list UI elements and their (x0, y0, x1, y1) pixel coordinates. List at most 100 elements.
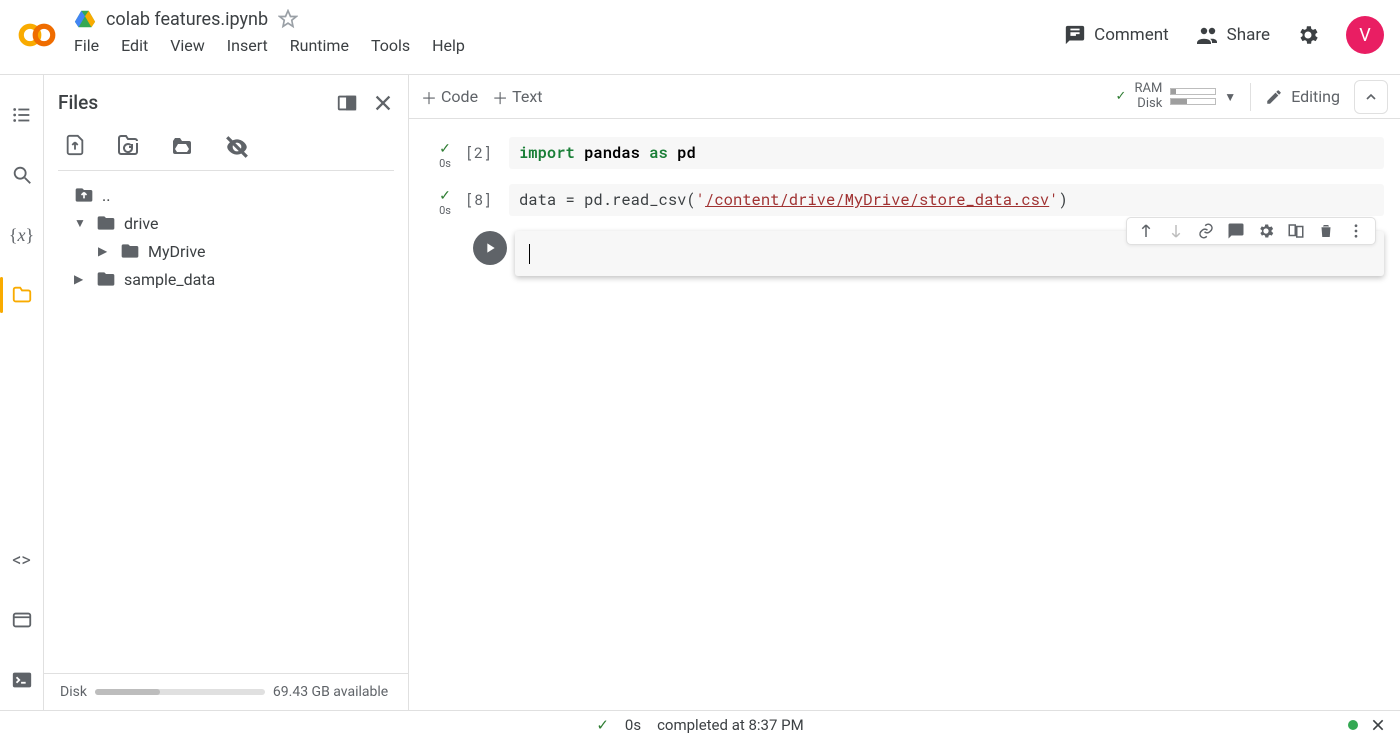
toggle-hidden-icon[interactable] (224, 134, 250, 160)
menu-tools[interactable]: Tools (371, 36, 410, 55)
text-cursor (529, 244, 530, 264)
tree-drive[interactable]: ▼ drive (58, 209, 394, 237)
chevron-right-icon: ▶ (98, 244, 112, 258)
chevron-down-icon[interactable]: ▼ (1224, 90, 1236, 104)
menu-edit[interactable]: Edit (121, 36, 148, 55)
folder-icon (96, 213, 116, 233)
cell-prompt: [2] (465, 137, 509, 163)
gear-icon[interactable] (1257, 222, 1275, 240)
editing-label: Editing (1291, 87, 1340, 106)
token-name: pandas (584, 143, 640, 163)
drive-icon (74, 8, 96, 30)
settings-icon[interactable] (1296, 23, 1320, 47)
notebook-area: ＋ Code ＋ Text ✓ RAM Disk ▼ (409, 75, 1400, 710)
token-string: ' (1049, 190, 1058, 210)
menu-insert[interactable]: Insert (227, 36, 268, 55)
files-toolbar (44, 120, 408, 170)
editing-mode-button[interactable]: Editing (1265, 87, 1340, 106)
folder-icon (96, 269, 116, 289)
terminal-icon[interactable] (10, 668, 34, 692)
menu-help[interactable]: Help (432, 36, 465, 55)
add-code-label: Code (441, 87, 478, 106)
ram-bar (1170, 88, 1216, 95)
toc-icon[interactable] (10, 103, 34, 127)
delete-icon[interactable] (1317, 222, 1335, 240)
search-icon[interactable] (10, 163, 34, 187)
notebook-toolbar: ＋ Code ＋ Text ✓ RAM Disk ▼ (409, 75, 1400, 119)
command-palette-icon[interactable] (10, 608, 34, 632)
tree-up[interactable]: .. (58, 181, 394, 209)
close-icon[interactable] (1370, 717, 1386, 733)
disk-label: Disk (60, 684, 87, 700)
close-icon[interactable] (372, 92, 394, 114)
menu-runtime[interactable]: Runtime (290, 36, 349, 55)
variables-icon[interactable]: {x} (10, 223, 34, 247)
files-footer: Disk 69.43 GB available (44, 673, 408, 710)
menu-file[interactable]: File (74, 36, 99, 55)
token-name: pd (677, 143, 696, 163)
code-text: ) (1059, 190, 1068, 210)
more-icon[interactable] (1347, 222, 1365, 240)
move-down-icon[interactable] (1167, 222, 1185, 240)
add-text-button[interactable]: ＋ Text (492, 85, 542, 109)
token-string: /content/drive/MyDrive/store_data.csv (705, 190, 1049, 210)
panel-popout-icon[interactable] (336, 92, 358, 114)
code-cell-active[interactable] (425, 231, 1384, 276)
notebook-cells: ✓ 0s [2] import pandas as pd ✓ (409, 119, 1400, 710)
menu-view[interactable]: View (170, 36, 205, 55)
files-icon[interactable] (10, 283, 34, 307)
statusbar: ✓ 0s completed at 8:37 PM (0, 710, 1400, 738)
move-up-icon[interactable] (1137, 222, 1155, 240)
comment-icon[interactable] (1227, 222, 1245, 240)
link-icon[interactable] (1197, 222, 1215, 240)
mirror-icon[interactable] (1287, 222, 1305, 240)
files-panel: Files (44, 75, 409, 710)
code-body[interactable]: data = pd.read_csv('/content/drive/MyDri… (509, 184, 1384, 216)
status-message: completed at 8:37 PM (657, 716, 804, 734)
cell-toolbar (1126, 217, 1376, 245)
star-icon[interactable] (278, 9, 298, 29)
comment-button[interactable]: Comment (1064, 24, 1169, 46)
code-text: data = pd.read_csv( (519, 190, 696, 210)
token-string: ' (696, 190, 705, 210)
exec-time: 0s (439, 157, 451, 170)
tree-mydrive[interactable]: ▶ MyDrive (58, 237, 394, 265)
code-body[interactable]: import pandas as pd (509, 137, 1384, 169)
avatar[interactable]: V (1346, 16, 1384, 54)
disk-usage-bar (95, 689, 265, 695)
chevron-down-icon: ▼ (74, 216, 88, 230)
status-time: 0s (625, 716, 641, 734)
run-button[interactable] (473, 231, 507, 265)
exec-time: 0s (439, 204, 451, 217)
code-snippets-icon[interactable]: <> (10, 548, 34, 572)
left-rail: {x} <> (0, 75, 44, 710)
check-icon: ✓ (439, 141, 451, 157)
mount-drive-icon[interactable] (170, 134, 194, 160)
token-keyword: import (519, 143, 575, 163)
refresh-icon[interactable] (116, 134, 140, 160)
comment-icon (1064, 24, 1086, 46)
disk-label: Disk (1137, 97, 1162, 111)
menubar: File Edit View Insert Runtime Tools Help (74, 36, 1064, 55)
plus-icon: ＋ (492, 85, 508, 109)
file-tree: .. ▼ drive ▶ MyDrive ▶ (44, 177, 408, 673)
ram-label: RAM (1134, 82, 1162, 96)
collapse-toolbar-button[interactable] (1354, 80, 1388, 114)
code-cell[interactable]: ✓ 0s [8] data = pd.read_csv('/content/dr… (425, 184, 1384, 217)
cell-prompt: [8] (465, 184, 509, 210)
resources-indicator[interactable]: ✓ RAM Disk ▼ (1116, 82, 1237, 111)
tree-mydrive-label: MyDrive (148, 242, 205, 261)
share-button[interactable]: Share (1195, 23, 1270, 47)
chevron-right-icon: ▶ (74, 272, 88, 286)
files-title: Files (58, 91, 98, 114)
code-cell[interactable]: ✓ 0s [2] import pandas as pd (425, 137, 1384, 170)
share-icon (1195, 23, 1219, 47)
add-code-button[interactable]: ＋ Code (421, 85, 478, 109)
tree-sample-data[interactable]: ▶ sample_data (58, 265, 394, 293)
plus-icon: ＋ (421, 85, 437, 109)
divider (58, 170, 394, 171)
notebook-title[interactable]: colab features.ipynb (106, 9, 268, 30)
upload-icon[interactable] (64, 134, 86, 160)
app-header: colab features.ipynb File Edit View Inse… (0, 0, 1400, 75)
kernel-status-icon[interactable] (1348, 720, 1358, 730)
